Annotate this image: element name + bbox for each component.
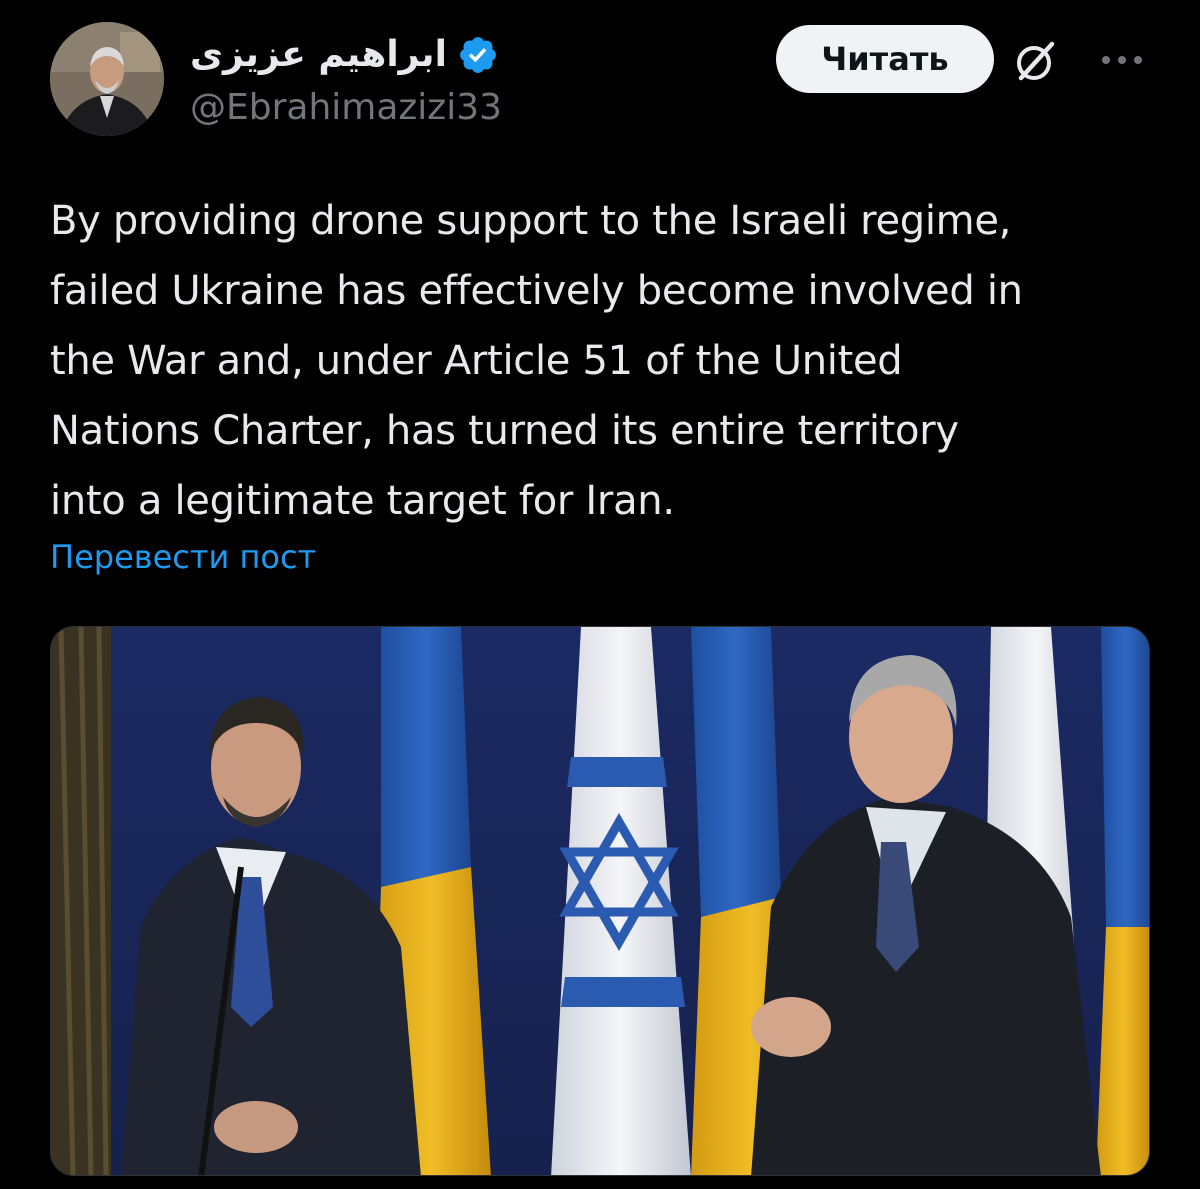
verified-badge-icon: [457, 34, 499, 76]
author-handle[interactable]: @Ebrahimazizi33: [190, 88, 502, 128]
post-text-line: By providing drone support to the Israel…: [50, 198, 1012, 244]
read-button[interactable]: Читать: [776, 25, 994, 93]
post-text-line: the War and, under Article 51 of the Uni…: [50, 338, 903, 384]
author-display-name[interactable]: ابراهیم عزیزی: [190, 37, 447, 73]
grok-slash-circle-icon[interactable]: [1012, 37, 1060, 85]
post-text: By providing drone support to the Israel…: [50, 186, 1160, 536]
author-avatar[interactable]: [50, 22, 164, 136]
translate-post-link[interactable]: Перевести пост: [50, 539, 316, 575]
post-text-line: into a legitimate target for Iran.: [50, 478, 675, 524]
post-media-photo[interactable]: [50, 626, 1150, 1176]
post-text-line: Nations Charter, has turned its entire t…: [50, 408, 959, 454]
post-text-line: failed Ukraine has effectively become in…: [50, 268, 1023, 314]
ukraine-flag: [381, 627, 471, 887]
more-dots-icon[interactable]: [1098, 50, 1146, 70]
author-name-row[interactable]: ابراهیم عزیزی: [190, 26, 499, 84]
